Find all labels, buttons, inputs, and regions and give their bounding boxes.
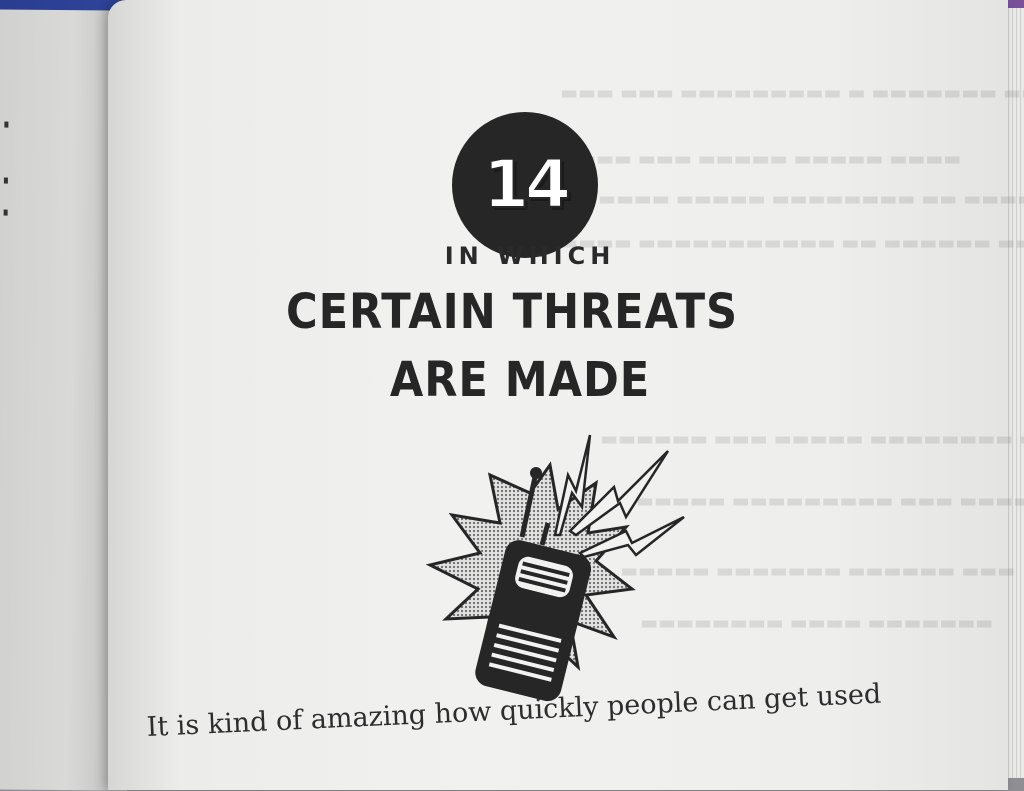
walkie-talkie-illustration <box>425 434 685 702</box>
left-page-text-fragment <box>3 177 8 184</box>
left-page-text-fragment <box>3 209 8 216</box>
chapter-title-line-1: CERTAIN THREATS <box>286 284 738 340</box>
show-through-text: ▬▬▬▬ ▬▬▬▬▬ ▬▬▬▬▬ ▬▬▬ ▬▬▬▬ <box>560 148 962 170</box>
left-page-text-fragment <box>4 121 9 128</box>
show-through-text: ▬▬▬▬▬ ▬▬ ▬▬▬▬▬▬▬▬ ▬▬▬▬▬ ▬▬▬▬▬ <box>580 188 1024 210</box>
chapter-title-line-2: ARE MADE <box>389 352 651 408</box>
chapter-number: 14 <box>482 146 572 223</box>
show-through-text: ▬▬▬ ▬▬▬▬▬▬▬ ▬ ▬▬▬▬▬▬▬▬▬ ▬▬▬ ▬▬▬ <box>560 82 1024 104</box>
chapter-number-badge: 14 <box>452 112 598 258</box>
chapter-kicker: IN WHICH <box>444 242 616 270</box>
